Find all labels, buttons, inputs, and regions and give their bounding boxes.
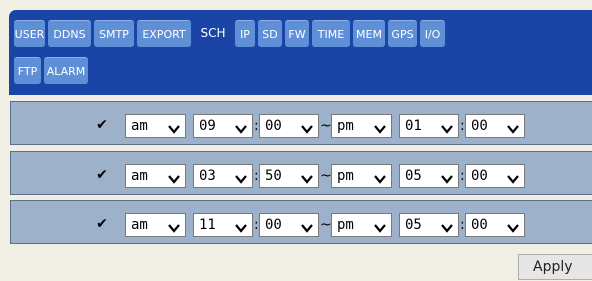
end-hour-select[interactable]: 05 (399, 213, 459, 237)
chevron-down-icon (167, 170, 181, 184)
chevron-down-icon (234, 170, 248, 184)
tab-ip[interactable]: IP (235, 20, 255, 47)
start-hour-select[interactable]: 09 (193, 114, 253, 138)
select-value: pm (337, 168, 354, 184)
select-value: 05 (405, 168, 422, 184)
tab-user[interactable]: USER (14, 20, 45, 47)
time-colon: : (254, 217, 259, 233)
chevron-down-icon (506, 219, 520, 233)
chevron-down-icon (300, 120, 314, 134)
end-ampm-select[interactable]: pm (331, 213, 392, 237)
tab-sch[interactable]: SCH (194, 20, 232, 47)
select-value: 00 (471, 118, 488, 134)
end-minute-select[interactable]: 00 (465, 114, 525, 138)
tab-ftp[interactable]: FTP (14, 57, 41, 84)
apply-button[interactable]: Apply (518, 254, 592, 280)
tab-ddns[interactable]: DDNS (48, 20, 91, 47)
select-value: 50 (265, 168, 282, 184)
tab-fw[interactable]: FW (285, 20, 309, 47)
start-ampm-select[interactable]: am (125, 164, 186, 188)
select-value: pm (337, 118, 354, 134)
start-minute-select[interactable]: 50 (259, 164, 319, 188)
end-hour-select[interactable]: 01 (399, 114, 459, 138)
select-value: am (131, 118, 148, 134)
range-tilde: ~ (320, 118, 332, 134)
tab-sd[interactable]: SD (258, 20, 282, 47)
select-value: 11 (199, 217, 216, 233)
end-ampm-select[interactable]: pm (331, 114, 392, 138)
start-minute-select[interactable]: 00 (259, 114, 319, 138)
chevron-down-icon (440, 120, 454, 134)
enable-checkbox[interactable]: ✔ (95, 217, 109, 231)
select-value: 01 (405, 118, 422, 134)
tab-io[interactable]: I/O (420, 20, 445, 47)
schedule-row: ✔ am 03 50 pm 05 00: ~: (10, 151, 592, 195)
select-value: am (131, 168, 148, 184)
chevron-down-icon (234, 219, 248, 233)
select-value: 00 (265, 118, 282, 134)
start-ampm-select[interactable]: am (125, 213, 186, 237)
end-minute-select[interactable]: 00 (465, 164, 525, 188)
chevron-down-icon (506, 120, 520, 134)
range-tilde: ~ (320, 168, 332, 184)
schedule-row: ✔ am 09 00 pm 01 00: ~: (10, 101, 592, 145)
tab-mem[interactable]: MEM (353, 20, 385, 47)
start-ampm-select[interactable]: am (125, 114, 186, 138)
time-colon: : (460, 118, 465, 134)
start-hour-select[interactable]: 11 (193, 213, 253, 237)
select-value: 03 (199, 168, 216, 184)
select-value: 00 (265, 217, 282, 233)
chevron-down-icon (167, 219, 181, 233)
select-value: 00 (471, 217, 488, 233)
chevron-down-icon (167, 120, 181, 134)
time-colon: : (460, 217, 465, 233)
tab-bar: USER DDNS SMTP EXPORT SCH IP SD FW TIME … (9, 10, 592, 91)
chevron-down-icon (300, 170, 314, 184)
tab-alarm[interactable]: ALARM (44, 57, 88, 84)
chevron-down-icon (373, 219, 387, 233)
start-minute-select[interactable]: 00 (259, 213, 319, 237)
time-colon: : (254, 168, 259, 184)
end-hour-select[interactable]: 05 (399, 164, 459, 188)
enable-checkbox[interactable]: ✔ (95, 168, 109, 182)
enable-checkbox[interactable]: ✔ (95, 118, 109, 132)
select-value: am (131, 217, 148, 233)
chevron-down-icon (234, 120, 248, 134)
tab-bar-edge (9, 91, 592, 95)
chevron-down-icon (440, 219, 454, 233)
select-value: pm (337, 217, 354, 233)
chevron-down-icon (506, 170, 520, 184)
select-value: 00 (471, 168, 488, 184)
select-value: 05 (405, 217, 422, 233)
chevron-down-icon (440, 170, 454, 184)
tab-time[interactable]: TIME (312, 20, 350, 47)
select-value: 09 (199, 118, 216, 134)
chevron-down-icon (373, 120, 387, 134)
time-colon: : (460, 168, 465, 184)
chevron-down-icon (373, 170, 387, 184)
schedule-row: ✔ am 11 00 pm 05 00: ~: (10, 200, 592, 244)
tab-smtp[interactable]: SMTP (94, 20, 134, 47)
chevron-down-icon (300, 219, 314, 233)
time-colon: : (254, 118, 259, 134)
tab-gps[interactable]: GPS (388, 20, 417, 47)
range-tilde: ~ (320, 217, 332, 233)
tab-export[interactable]: EXPORT (137, 20, 191, 47)
start-hour-select[interactable]: 03 (193, 164, 253, 188)
end-ampm-select[interactable]: pm (331, 164, 392, 188)
end-minute-select[interactable]: 00 (465, 213, 525, 237)
